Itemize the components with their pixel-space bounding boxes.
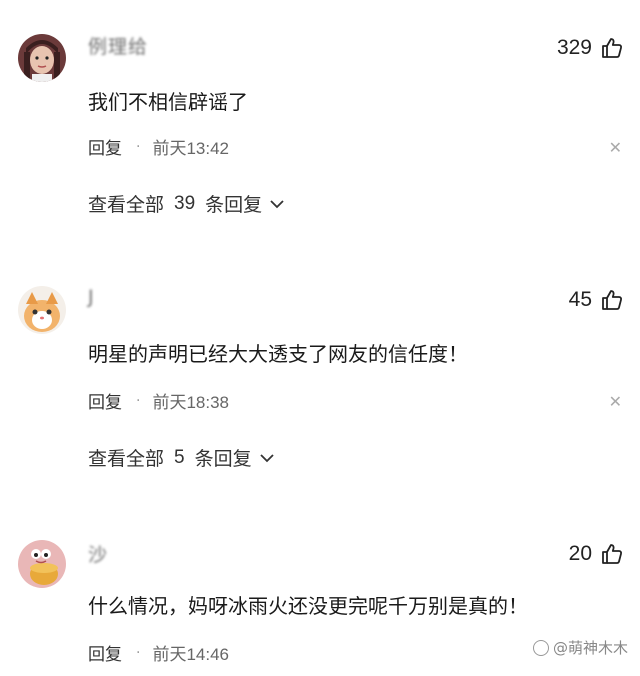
separator-dot: · bbox=[136, 138, 141, 155]
comment-time: 前天14:46 bbox=[152, 645, 229, 664]
avatar[interactable] bbox=[18, 34, 66, 82]
chevron-down-icon bbox=[259, 453, 274, 462]
cartoon-bun-avatar-icon bbox=[18, 540, 66, 588]
reply-button[interactable]: 回复 bbox=[88, 134, 122, 159]
username[interactable]: J bbox=[88, 286, 95, 308]
separator-dot: · bbox=[136, 644, 141, 661]
avatar[interactable] bbox=[18, 540, 66, 588]
comment-list: 例理给 329 我们不相信辟谣了 回复 · 前天13:42 ✕ 查看全部 39 … bbox=[0, 0, 640, 676]
comment-text: 明星的声明已经大大透支了网友的信任度！ bbox=[88, 342, 468, 366]
like-button[interactable]: 45 bbox=[569, 288, 624, 312]
thumbs-up-icon bbox=[602, 38, 623, 58]
comment-meta: 回复 · 前天14:46 bbox=[88, 640, 229, 666]
view-replies-button[interactable]: 查看全部 5 条回复 bbox=[88, 444, 274, 471]
reply-button[interactable]: 回复 bbox=[88, 640, 122, 665]
close-icon[interactable]: ✕ bbox=[609, 392, 622, 411]
username[interactable]: 沙 bbox=[88, 540, 108, 567]
cat-avatar-icon bbox=[18, 286, 66, 334]
username[interactable]: 例理给 bbox=[88, 32, 148, 59]
watermark-text: @萌神木木 bbox=[552, 639, 628, 657]
watermark-logo-icon bbox=[532, 639, 549, 656]
close-icon[interactable]: ✕ bbox=[609, 138, 622, 157]
comment-time: 前天18:38 bbox=[152, 393, 229, 412]
view-replies-suffix: 条回复 bbox=[194, 448, 252, 470]
comment-text: 什么情况，妈呀冰雨火还没更完呢千万别是真的！ bbox=[88, 594, 528, 618]
like-button[interactable]: 329 bbox=[557, 36, 624, 60]
comment-time: 前天13:42 bbox=[152, 139, 229, 158]
thumbs-up-icon bbox=[602, 290, 623, 310]
separator-dot: · bbox=[136, 392, 141, 409]
watermark: @萌神木木 bbox=[532, 637, 628, 658]
chevron-down-icon bbox=[270, 199, 284, 208]
like-count: 20 bbox=[568, 542, 592, 565]
reply-count: 5 bbox=[174, 446, 185, 468]
like-count: 45 bbox=[568, 288, 592, 311]
view-replies-prefix: 查看全部 bbox=[88, 194, 165, 216]
comment-meta: 回复 · 前天18:38 bbox=[88, 388, 229, 414]
reply-count: 39 bbox=[174, 192, 196, 214]
view-replies-button[interactable]: 查看全部 39 条回复 bbox=[88, 190, 284, 217]
thumbs-up-icon bbox=[602, 544, 623, 564]
girl-portrait-icon bbox=[18, 34, 66, 82]
comment-text: 我们不相信辟谣了 bbox=[88, 90, 248, 114]
avatar[interactable] bbox=[18, 286, 66, 334]
reply-button[interactable]: 回复 bbox=[88, 388, 122, 413]
comment-meta: 回复 · 前天13:42 bbox=[88, 134, 229, 160]
like-count: 329 bbox=[556, 36, 592, 59]
view-replies-prefix: 查看全部 bbox=[88, 448, 165, 470]
view-replies-suffix: 条回复 bbox=[205, 194, 263, 216]
like-button[interactable]: 20 bbox=[569, 542, 624, 566]
